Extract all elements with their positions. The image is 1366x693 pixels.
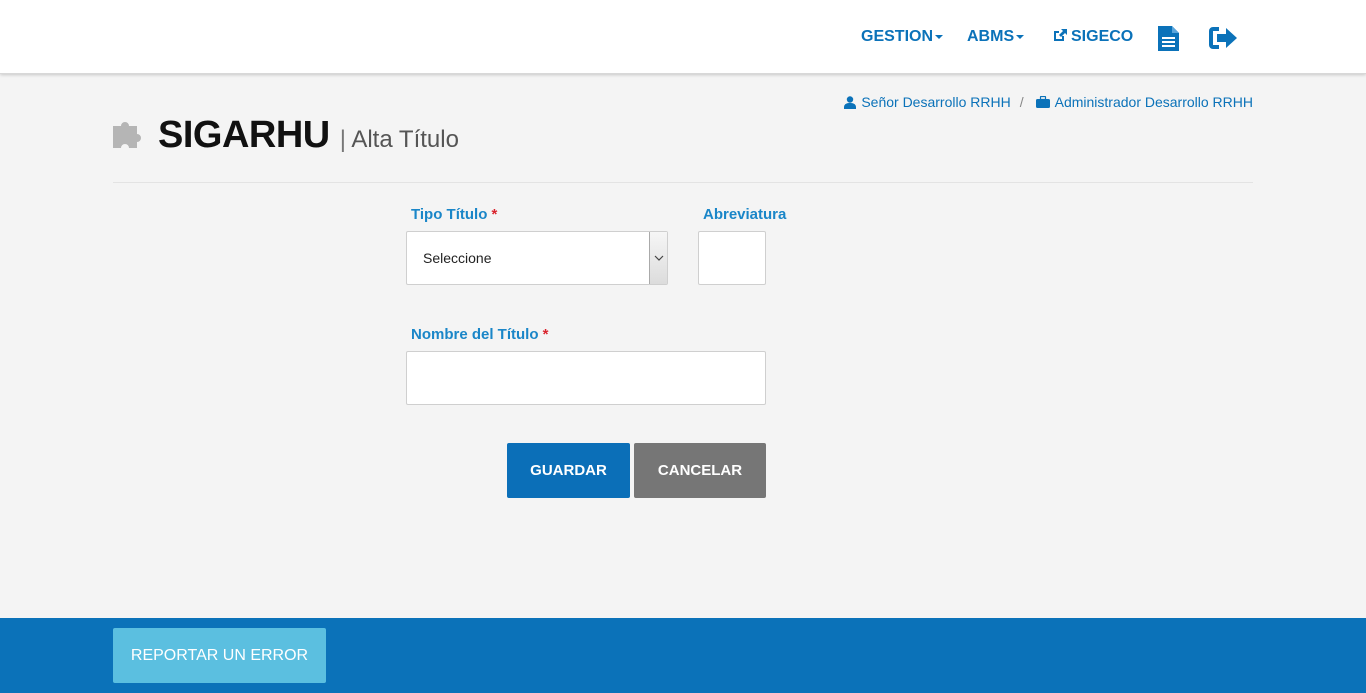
nav-abms-dropdown[interactable]: ABMS — [967, 28, 1025, 46]
nav-sigeco-label: SIGECO — [1071, 28, 1134, 45]
tipo-titulo-select[interactable]: Seleccione — [406, 231, 668, 285]
title-separator: | — [339, 126, 346, 153]
save-button[interactable]: GUARDAR — [507, 443, 630, 498]
nav-abms-label: ABMS — [967, 28, 1015, 45]
abreviatura-label: Abreviatura — [703, 206, 787, 223]
external-link-icon — [1054, 29, 1067, 41]
breadcrumb-role[interactable]: Administrador Desarrollo RRHH — [1055, 94, 1253, 110]
nombre-titulo-label: Nombre del Título * — [411, 326, 549, 343]
nav-sigeco-link[interactable]: SIGECO — [1052, 28, 1133, 46]
report-error-button[interactable]: REPORTAR UN ERROR — [113, 628, 326, 683]
header-divider — [113, 182, 1253, 183]
page-title: SIGARHU | Alta Título — [148, 114, 459, 157]
top-navbar: GESTION ABMS SIGECO — [0, 0, 1366, 74]
puzzle-piece-icon — [113, 122, 141, 148]
user-icon — [844, 95, 857, 109]
tipo-titulo-selected-value: Seleccione — [423, 250, 492, 266]
breadcrumb: Señor Desarrollo RRHH / Administrador De… — [844, 94, 1253, 110]
page-name: Alta Título — [351, 126, 459, 153]
app-name: SIGARHU — [158, 114, 330, 156]
logout-icon[interactable] — [1208, 25, 1238, 51]
briefcase-icon — [1035, 96, 1050, 108]
nombre-titulo-label-text: Nombre del Título — [411, 326, 539, 343]
cancel-button[interactable]: CANCELAR — [634, 443, 766, 498]
abreviatura-input[interactable] — [698, 231, 766, 285]
breadcrumb-separator: / — [1019, 94, 1024, 110]
caret-down-icon — [1016, 34, 1025, 39]
nav-gestion-label: GESTION — [861, 28, 934, 45]
required-mark: * — [491, 206, 498, 223]
breadcrumb-user[interactable]: Señor Desarrollo RRHH — [861, 94, 1010, 110]
caret-down-icon — [935, 34, 944, 39]
required-mark: * — [542, 326, 549, 343]
document-icon[interactable] — [1158, 26, 1179, 51]
chevron-down-icon — [654, 255, 663, 261]
select-dropdown-button[interactable] — [649, 232, 667, 284]
tipo-titulo-label: Tipo Título * — [411, 206, 497, 223]
tipo-titulo-label-text: Tipo Título — [411, 206, 488, 223]
page-subtitle: | Alta Título — [340, 126, 459, 154]
nombre-titulo-input[interactable] — [406, 351, 766, 405]
nav-gestion-dropdown[interactable]: GESTION — [861, 28, 944, 46]
